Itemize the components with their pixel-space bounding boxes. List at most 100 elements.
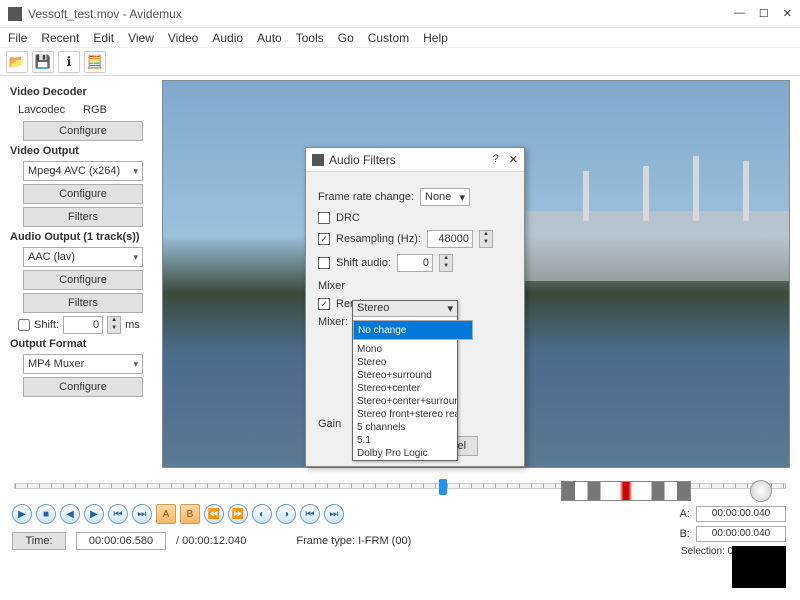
mini-preview [732, 546, 786, 588]
audio-filters-button[interactable]: Filters [23, 293, 143, 313]
resampling-label: Resampling (Hz): [336, 233, 421, 245]
sidebar: Video Decoder Lavcodec RGB Configure Vid… [0, 76, 162, 472]
next-keyframe-button[interactable]: ⏭ [132, 504, 152, 524]
prev-black-button[interactable]: ◐ [252, 504, 272, 524]
duration: / 00:00:12.040 [176, 535, 246, 547]
menu-file[interactable]: File [8, 31, 27, 45]
marker-a-label: A: [680, 508, 690, 520]
menu-video[interactable]: Video [168, 31, 198, 45]
shift-checkbox[interactable] [18, 319, 30, 331]
shift-audio-checkbox[interactable] [318, 257, 330, 269]
mixer-option[interactable]: 5 channels [353, 421, 457, 434]
video-output-select[interactable]: Mpeg4 AVC (x264)▾ [23, 161, 143, 181]
dialog-icon [312, 154, 324, 166]
mixer-group-label: Mixer [318, 280, 512, 292]
mixer-option[interactable]: Stereo+center [353, 382, 457, 395]
menubar: File Recent Edit View Video Audio Auto T… [0, 28, 800, 48]
drc-label: DRC [336, 212, 360, 224]
stop-button[interactable]: ■ [36, 504, 56, 524]
shift-spinner[interactable]: ▲▼ [107, 316, 121, 334]
marker-b-value: 00:00:00.040 [696, 526, 786, 542]
shift-audio-spinner[interactable]: ▲▼ [439, 254, 453, 272]
mixer-option[interactable]: Stereo [353, 356, 457, 369]
output-format-value: MP4 Muxer [28, 358, 84, 370]
mixer-option[interactable]: Stereo+surround [353, 369, 457, 382]
mixer-label: Mixer: [318, 316, 348, 328]
mixer-option[interactable]: Dolby Pro Logic [353, 447, 457, 460]
mixer-option[interactable]: Stereo+center+surround [353, 395, 457, 408]
open-button[interactable]: 📂 [6, 51, 28, 73]
timeline-thumb[interactable] [439, 479, 447, 495]
set-marker-a-button[interactable]: A [156, 504, 176, 524]
video-filters-button[interactable]: Filters [23, 207, 143, 227]
save-button[interactable]: 💾 [32, 51, 54, 73]
set-marker-b-button[interactable]: B [180, 504, 200, 524]
play-button[interactable]: ▶ [12, 504, 32, 524]
marker-a-value: 00:00:00.040 [696, 506, 786, 522]
drc-checkbox[interactable] [318, 212, 330, 224]
minimize-button[interactable]: — [734, 7, 745, 20]
time-value[interactable]: 00:00:06.580 [76, 532, 166, 550]
toolbar: 📂 💾 ℹ 🧮 [0, 48, 800, 76]
time-label: Time: [12, 532, 66, 550]
resampling-spinner[interactable]: ▲▼ [479, 230, 493, 248]
dialog-close-button[interactable]: ✕ [509, 153, 518, 166]
info-button[interactable]: ℹ [58, 51, 80, 73]
close-button[interactable]: ✕ [783, 7, 792, 20]
maximize-button[interactable]: ☐ [759, 7, 769, 20]
mixer-option[interactable]: Stereo front+stereo rear [353, 408, 457, 421]
output-format-select[interactable]: MP4 Muxer ▾ [23, 354, 143, 374]
shift-label: Shift: [34, 319, 59, 331]
next-frame-button[interactable]: ▶ [84, 504, 104, 524]
decoder-format: RGB [83, 104, 107, 116]
dialog-help-button[interactable]: ? [493, 153, 499, 166]
chevron-down-icon: ▾ [447, 302, 453, 315]
mixer-option[interactable]: 5.1 [353, 434, 457, 447]
resampling-value[interactable]: 48000 [427, 230, 473, 248]
menu-recent[interactable]: Recent [41, 31, 79, 45]
window-title: Vessoft_test.mov - Avidemux [28, 7, 734, 21]
goto-end-button[interactable]: ⏩ [228, 504, 248, 524]
first-frame-button[interactable]: ⏮ [300, 504, 320, 524]
frame-type: Frame type: I-FRM (00) [296, 535, 411, 547]
shift-audio-value[interactable]: 0 [397, 254, 433, 272]
marker-b-label: B: [680, 528, 690, 540]
prev-frame-button[interactable]: ◀ [60, 504, 80, 524]
output-configure-button[interactable]: Configure [23, 377, 143, 397]
frame-rate-label: Frame rate change: [318, 191, 414, 203]
mixer-selected: Stereo [357, 302, 389, 315]
audio-output-value: AAC (lav) [28, 251, 75, 263]
dialog-title: Audio Filters [329, 153, 493, 167]
app-icon [8, 7, 22, 21]
video-configure-button[interactable]: Configure [23, 184, 143, 204]
menu-view[interactable]: View [128, 31, 154, 45]
calculator-button[interactable]: 🧮 [84, 51, 106, 73]
mixer-option[interactable]: Mono [353, 343, 457, 356]
prev-keyframe-button[interactable]: ⏮ [108, 504, 128, 524]
audio-output-select[interactable]: AAC (lav)▾ [23, 247, 143, 267]
menu-custom[interactable]: Custom [368, 31, 409, 45]
chevron-down-icon: ▾ [133, 359, 138, 370]
menu-edit[interactable]: Edit [93, 31, 114, 45]
next-black-button[interactable]: ◑ [276, 504, 296, 524]
resampling-checkbox[interactable]: ✓ [318, 233, 330, 245]
jog-scrubber[interactable] [561, 481, 691, 501]
menu-tools[interactable]: Tools [296, 31, 324, 45]
audio-configure-button[interactable]: Configure [23, 270, 143, 290]
decoder-configure-button[interactable]: Configure [23, 121, 143, 141]
menu-help[interactable]: Help [423, 31, 448, 45]
menu-auto[interactable]: Auto [257, 31, 282, 45]
last-frame-button[interactable]: ⏭ [324, 504, 344, 524]
frame-rate-select[interactable]: None▾ [420, 188, 470, 206]
goto-start-button[interactable]: ⏪ [204, 504, 224, 524]
mixer-option[interactable]: No change [353, 320, 473, 340]
shift-value[interactable]: 0 [63, 316, 103, 334]
mixer-dropdown[interactable]: Stereo▾ No change Mono Stereo Stereo+sur… [352, 300, 458, 461]
jog-knob[interactable] [750, 480, 772, 502]
menu-audio[interactable]: Audio [212, 31, 243, 45]
shift-audio-label: Shift audio: [336, 257, 391, 269]
video-output-title: Video Output [10, 145, 156, 157]
decoder-codec: Lavcodec [18, 104, 65, 116]
menu-go[interactable]: Go [338, 31, 354, 45]
remix-checkbox[interactable]: ✓ [318, 298, 330, 310]
